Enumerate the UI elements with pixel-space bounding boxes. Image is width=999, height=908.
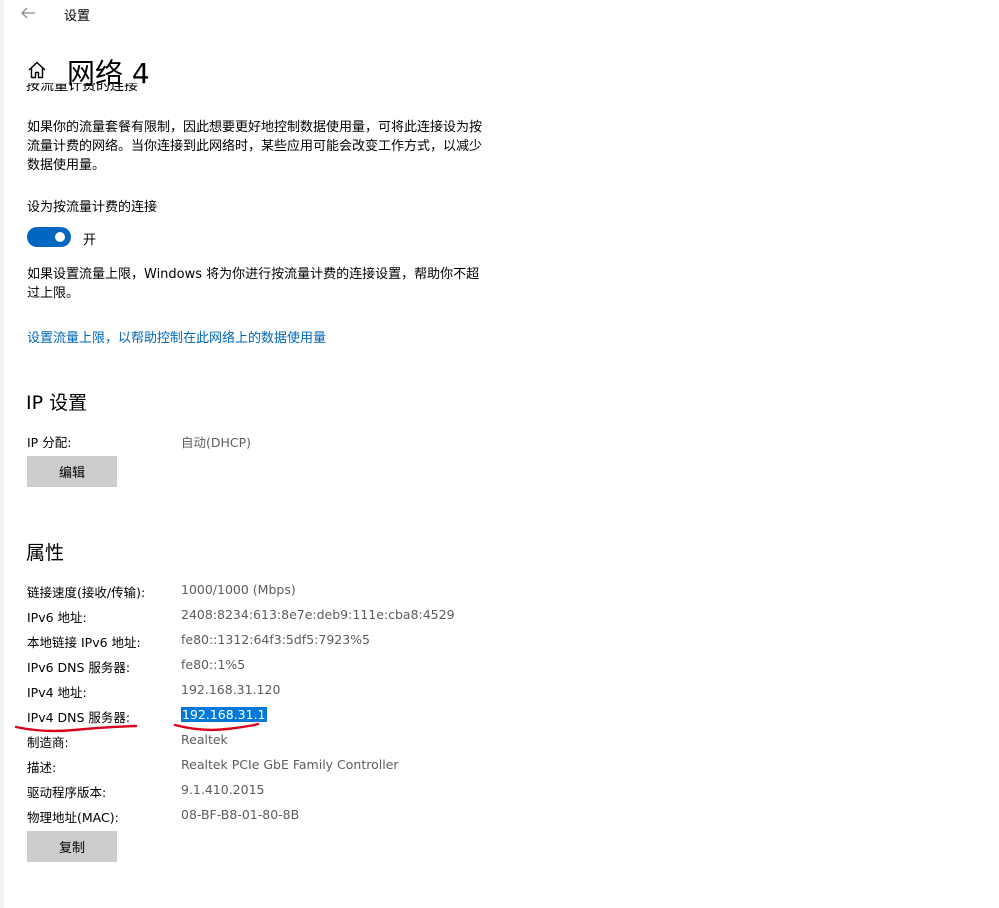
prop-label-mac-address: 物理地址(MAC):	[27, 810, 119, 825]
metered-toggle-label: 设为按流量计费的连接	[27, 200, 158, 215]
metered-toggle[interactable]	[27, 227, 71, 247]
metered-description: 如果你的流量套餐有限制，因此想要更好地控制数据使用量，可将此连接设为按流量计费的…	[27, 120, 483, 173]
ipv4-dns-selected-text[interactable]: 192.168.31.1	[181, 707, 267, 722]
title-bar: 设置	[0, 0, 999, 28]
prop-value-link-speed: 1000/1000 (Mbps)	[181, 582, 296, 597]
prop-value-ipv6-address: 2408:8234:613:8e7e:deb9:111e:cba8:4529	[181, 607, 455, 622]
arrow-left-icon	[21, 7, 35, 19]
prop-value-driver-version: 9.1.410.2015	[181, 782, 265, 797]
prop-label-description: 描述:	[27, 760, 57, 775]
prop-label-manufacturer: 制造商:	[27, 735, 69, 750]
prop-value-description: Realtek PCIe GbE Family Controller	[181, 757, 399, 772]
ip-settings-title: IP 设置	[26, 392, 88, 414]
metered-heading-clipped: 按流量计费的连接	[26, 83, 246, 93]
prop-value-ipv4-dns[interactable]: 192.168.31.1	[181, 707, 267, 722]
prop-value-ipv6-dns: fe80::1%5	[181, 657, 246, 672]
prop-label-driver-version: 驱动程序版本:	[27, 785, 107, 800]
ip-assignment-value: 自动(DHCP)	[181, 435, 252, 450]
ip-assignment-label: IP 分配:	[27, 435, 72, 450]
properties-title: 属性	[26, 542, 65, 564]
home-icon[interactable]	[26, 59, 48, 81]
prop-value-link-local-ipv6: fe80::1312:64f3:5df5:7923%5	[181, 632, 371, 647]
prop-label-ipv6-dns: IPv6 DNS 服务器:	[27, 660, 131, 675]
edit-ip-button[interactable]: 编辑	[27, 456, 117, 487]
data-limit-note: 如果设置流量上限，Windows 将为你进行按流量计费的连接设置，帮助你不超过上…	[27, 267, 480, 301]
set-data-limit-link[interactable]: 设置流量上限，以帮助控制在此网络上的数据使用量	[27, 327, 326, 346]
metered-toggle-state: 开	[83, 233, 97, 248]
prop-label-link-speed: 链接速度(接收/传输):	[27, 585, 146, 600]
back-button[interactable]	[16, 2, 40, 24]
prop-label-link-local-ipv6: 本地链接 IPv6 地址:	[27, 635, 141, 650]
prop-label-ipv6-address: IPv6 地址:	[27, 610, 87, 625]
copy-button[interactable]: 复制	[27, 831, 117, 862]
prop-label-ipv4-address: IPv4 地址:	[27, 685, 87, 700]
toggle-knob	[55, 232, 65, 242]
window-title: 设置	[64, 9, 91, 24]
window-left-edge	[0, 0, 4, 908]
prop-value-manufacturer: Realtek	[181, 732, 228, 747]
prop-value-mac-address: 08-BF-B8-01-80-8B	[181, 807, 300, 822]
prop-value-ipv4-address: 192.168.31.120	[181, 682, 281, 697]
metered-heading: 按流量计费的连接	[26, 83, 138, 93]
